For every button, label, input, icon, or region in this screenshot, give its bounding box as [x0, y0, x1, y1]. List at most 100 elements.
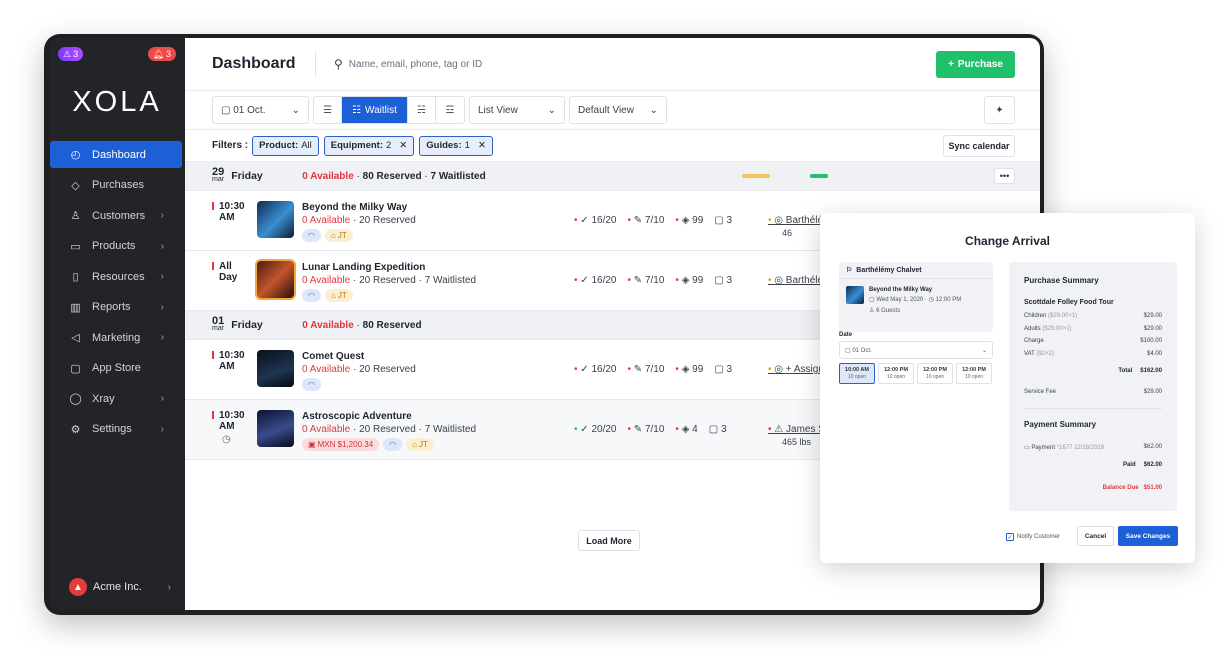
- close-icon[interactable]: ✕: [478, 140, 486, 151]
- notify-customer-checkbox[interactable]: ✓Notify Customer: [1006, 533, 1060, 541]
- purchase-summary-heading: Purchase Summary: [1024, 276, 1099, 285]
- checklist-icon: ☰: [323, 105, 332, 116]
- guide-assignment[interactable]: • ◎ Barthélé: [768, 215, 823, 226]
- row-tags: ◠: [302, 378, 321, 391]
- product-name[interactable]: Lunar Landing Expedition: [302, 262, 425, 273]
- sidebar-item-customers[interactable]: ♙Customers›: [50, 202, 182, 229]
- payment-summary-heading: Payment Summary: [1024, 420, 1096, 429]
- sidebar-item-marketing[interactable]: ◁Marketing›: [50, 324, 182, 351]
- time-slot[interactable]: 12:00 PM10 open: [878, 363, 914, 384]
- price-tag: ▣MXN $1,200.34: [302, 438, 379, 451]
- save-changes-button[interactable]: Save Changes: [1118, 526, 1178, 546]
- guide-assignment[interactable]: • ⚠ James S: [768, 424, 825, 435]
- edit-icon: ✎: [634, 364, 645, 375]
- waitlist-view-button[interactable]: ☷Waitlist: [342, 97, 408, 123]
- divider: [1024, 408, 1162, 409]
- sidebar-item-dashboard[interactable]: ◴Dashboard: [50, 141, 182, 168]
- summary-line: Charge$100.00: [1024, 338, 1162, 344]
- purchase-button[interactable]: +Purchase: [936, 51, 1015, 78]
- checklist-view-button[interactable]: ☰: [314, 97, 342, 123]
- check-icon: ✓: [1006, 533, 1014, 541]
- sidebar-item-label: Products: [92, 240, 135, 252]
- filter-chip[interactable]: Product:All: [252, 136, 319, 156]
- guide-assignment[interactable]: • ◎ Barthélé: [768, 275, 823, 286]
- metric-tags: • ◈ 99: [675, 215, 703, 226]
- day-date: 29mar: [212, 168, 224, 184]
- date-picker[interactable]: ▢ 01 Oct. ⌄: [212, 96, 309, 124]
- wifi-icon: ◠: [308, 231, 315, 240]
- modal-title: Change Arrival: [820, 234, 1195, 248]
- customer-name: Barthélémy Chalvet: [856, 267, 921, 274]
- sidebar-item-label: Settings: [92, 423, 132, 435]
- sidebar-item-purchases[interactable]: ◇Purchases: [50, 172, 182, 199]
- balance-due-line: Balance Due$51.00: [1024, 485, 1162, 491]
- view-toggle: ☰ ☷Waitlist ☵ ☲: [313, 96, 465, 124]
- sync-calendar-button[interactable]: Sync calendar: [943, 135, 1015, 157]
- tag-icon: ◈: [682, 275, 692, 286]
- default-view-select[interactable]: Default View ⌄: [569, 96, 667, 124]
- xola-logo[interactable]: XOLA: [49, 86, 185, 119]
- product-name[interactable]: Beyond the Milky Way: [302, 202, 407, 213]
- load-more-button[interactable]: Load More: [578, 530, 640, 551]
- chevron-right-icon: ›: [161, 302, 164, 313]
- summary-line: Adults ($29.00×1)$29.00: [1024, 326, 1162, 332]
- sidebar-item-app-store[interactable]: ▢App Store: [50, 355, 182, 382]
- chevron-right-icon: ›: [161, 241, 164, 252]
- product-name[interactable]: Astroscopic Adventure: [302, 411, 412, 422]
- time-slot[interactable]: 10:00 AM10 open: [839, 363, 875, 384]
- acme-logo-icon: ▲: [69, 578, 87, 596]
- sidebar-nav: ◴Dashboard◇Purchases♙Customers›▭Products…: [49, 141, 185, 446]
- sidebar-item-products[interactable]: ▭Products›: [50, 233, 182, 260]
- magic-wand-icon: ✦: [995, 105, 1003, 116]
- product-thumbnail[interactable]: [257, 201, 294, 238]
- day-stats: 0 Available · 80 Reserved · 7 Waitlisted: [302, 171, 485, 182]
- grouped-view-button[interactable]: ☵: [408, 97, 436, 123]
- metric-edits: • ✎ 7/10: [627, 424, 664, 435]
- more-options-button[interactable]: •••: [994, 168, 1015, 184]
- product-thumbnail[interactable]: [257, 261, 294, 298]
- magic-wand-button[interactable]: ✦: [984, 96, 1015, 124]
- guide-assignment[interactable]: • ◎ + Assign: [768, 364, 824, 375]
- metric-edits: • ✎ 7/10: [627, 275, 664, 286]
- check-icon: ✓: [580, 424, 591, 435]
- warning-icon: ⚠: [774, 424, 786, 435]
- product-thumbnail[interactable]: [257, 350, 294, 387]
- sidebar-item-resources[interactable]: ▯Resources›: [50, 263, 182, 290]
- filter-chip[interactable]: Equipment:2✕: [324, 136, 415, 156]
- product-thumbnail[interactable]: [257, 410, 294, 447]
- compass-icon: ◎: [774, 215, 786, 226]
- sidebar-item-settings[interactable]: ⚙Settings›: [50, 416, 182, 443]
- notification-badge[interactable]: 🔔︎3: [148, 47, 176, 61]
- total-line: Total$162.00: [1024, 368, 1162, 374]
- filters-bar: Filters : Product:AllEquipment:2✕Guides:…: [185, 130, 1040, 162]
- calendar-icon: ▢: [221, 105, 230, 116]
- product-name[interactable]: Comet Quest: [302, 351, 364, 362]
- search-input[interactable]: Name, email, phone, tag or ID: [349, 59, 482, 70]
- sidebar-item-reports[interactable]: ▥Reports›: [50, 294, 182, 321]
- account-switcher[interactable]: ▲ Acme Inc. ›: [69, 578, 171, 596]
- date-select[interactable]: ▢ 01 Oct. ⌄: [839, 341, 993, 359]
- check-list-view-button[interactable]: ☲: [436, 97, 464, 123]
- check-list-icon: ☲: [446, 105, 455, 116]
- time-label: 10:30AM◷: [212, 410, 245, 445]
- time-slot[interactable]: 12:00 PM10 open: [956, 363, 992, 384]
- alert-badge[interactable]: ⚠3: [58, 47, 83, 61]
- time-slot[interactable]: 12:00 PM10 open: [917, 363, 953, 384]
- list-view-select[interactable]: List View ⌄: [469, 96, 565, 124]
- dashboard-icon: ◴: [69, 148, 82, 161]
- row-tags: ◠⌂JT: [302, 229, 353, 242]
- tag-icon: ◈: [682, 215, 692, 226]
- guests-icon: ♙: [869, 308, 874, 314]
- filter-chip[interactable]: Guides:1✕: [419, 136, 493, 156]
- lock-icon: ⌂: [412, 440, 417, 449]
- status-indicator: [810, 174, 828, 178]
- chevron-right-icon: ›: [168, 582, 171, 593]
- sidebar-item-xray[interactable]: ◯Xray›: [50, 385, 182, 412]
- cancel-button[interactable]: Cancel: [1077, 526, 1114, 546]
- search-field[interactable]: ⚲ Name, email, phone, tag or ID: [316, 57, 482, 71]
- purchase-summary-panel: Purchase Summary Scottdale Folley Food T…: [1009, 262, 1177, 511]
- close-icon[interactable]: ✕: [399, 140, 407, 151]
- flag-icon: ⚐: [846, 266, 852, 274]
- guide-subtext: 465 lbs: [782, 437, 811, 447]
- sidebar-item-label: Resources: [92, 271, 145, 283]
